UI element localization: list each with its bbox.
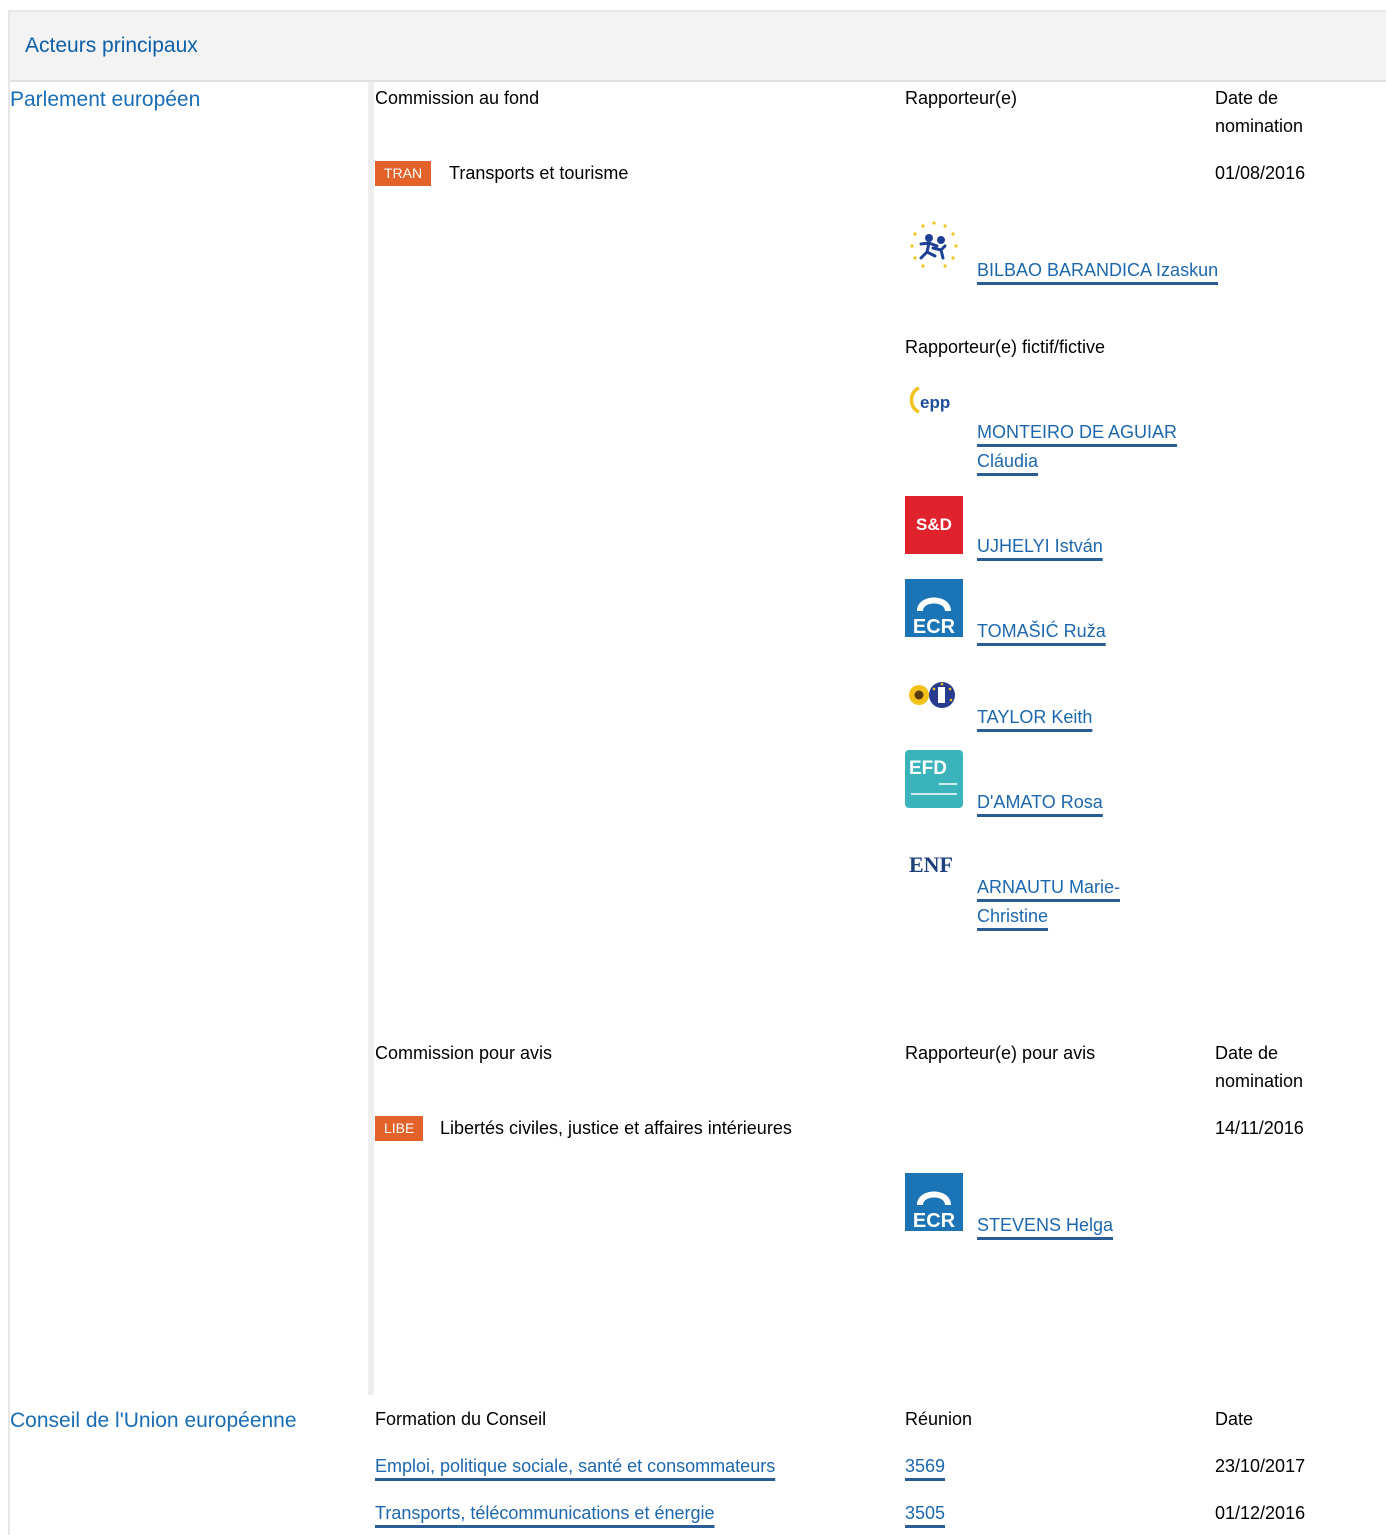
alde-logo-icon [905,218,963,276]
shadow-rapporteur-link[interactable]: TOMAŠIĆ Ruža [977,617,1106,646]
opinion-nomination-date: 14/11/2016 [1215,1118,1304,1138]
council-formation-link[interactable]: Transports, télécommunications et énergi… [375,1499,715,1528]
opinion-rapporteur-header: Rapporteur(e) pour avis [905,1043,1096,1063]
lead-committee-name: Transports et tourisme [449,163,629,183]
sd-logo-icon: S&D [905,496,963,554]
council-meeting-header: Réunion [905,1409,973,1429]
council-meeting-link[interactable]: 3505 [905,1499,945,1528]
svg-text:ECR: ECR [913,616,956,637]
committee-tag-libe: LIBE [375,1116,424,1141]
column-divider [368,82,374,1395]
svg-text:ECR: ECR [913,1210,956,1231]
rapporteur-link[interactable]: BILBAO BARANDICA Izaskun [977,256,1218,285]
council-formation-link[interactable]: Emploi, politique sociale, santé et cons… [375,1452,775,1481]
parliament-title: Parlement européen [10,88,201,111]
lead-committee-header: Commission au fond [375,88,540,108]
council-date: 01/12/2016 [1215,1503,1306,1523]
shadow-rapporteur-link[interactable]: ARNAUTU Marie-Christine [977,873,1177,931]
opinion-committee-header: Commission pour avis [375,1043,553,1063]
actors-panel [8,10,1386,1535]
lead-rapporteur-header: Rapporteur(e) [905,88,1018,108]
panel-title: Acteurs principaux [25,34,198,57]
lead-nomination-date: 01/08/2016 [1215,163,1306,183]
opinion-rapporteur-link[interactable]: STEVENS Helga [977,1211,1113,1240]
shadow-rapporteur-link[interactable]: D'AMATO Rosa [977,788,1103,817]
shadow-rapporteur-link[interactable]: MONTEIRO DE AGUIAR Cláudia [977,418,1197,476]
efdd-logo-icon: EFD [905,750,963,808]
epp-logo-icon: epp [905,382,963,440]
lead-date-header: Date de nomination [1215,88,1304,136]
council-title: Conseil de l'Union européenne [10,1409,297,1432]
shadow-rapporteur-link[interactable]: UJHELYI István [977,532,1103,561]
committee-tag-tran: TRAN [375,161,432,186]
ecr-logo-icon: ECR [905,579,963,638]
council-formation-header: Formation du Conseil [375,1409,547,1429]
opinion-committee-name: Libertés civiles, justice et affaires in… [440,1118,792,1138]
ecr-logo-icon: ECR [905,1173,963,1232]
shadow-rapporteur-header: Rapporteur(e) fictif/fictive [905,337,1106,357]
opinion-date-header: Date de nomination [1215,1043,1304,1091]
council-meeting-link[interactable]: 3569 [905,1452,945,1481]
enf-logo-icon: ENF [905,838,963,896]
svg-text:ENF: ENF [909,852,953,877]
panel-header: Acteurs principaux [10,12,1386,82]
svg-text:EFD: EFD [909,758,947,779]
greens-efa-logo-icon [905,667,963,725]
svg-text:epp: epp [920,393,950,412]
council-date-header: Date [1215,1409,1254,1429]
council-date: 23/10/2017 [1215,1456,1306,1476]
shadow-rapporteur-link[interactable]: TAYLOR Keith [977,703,1092,732]
